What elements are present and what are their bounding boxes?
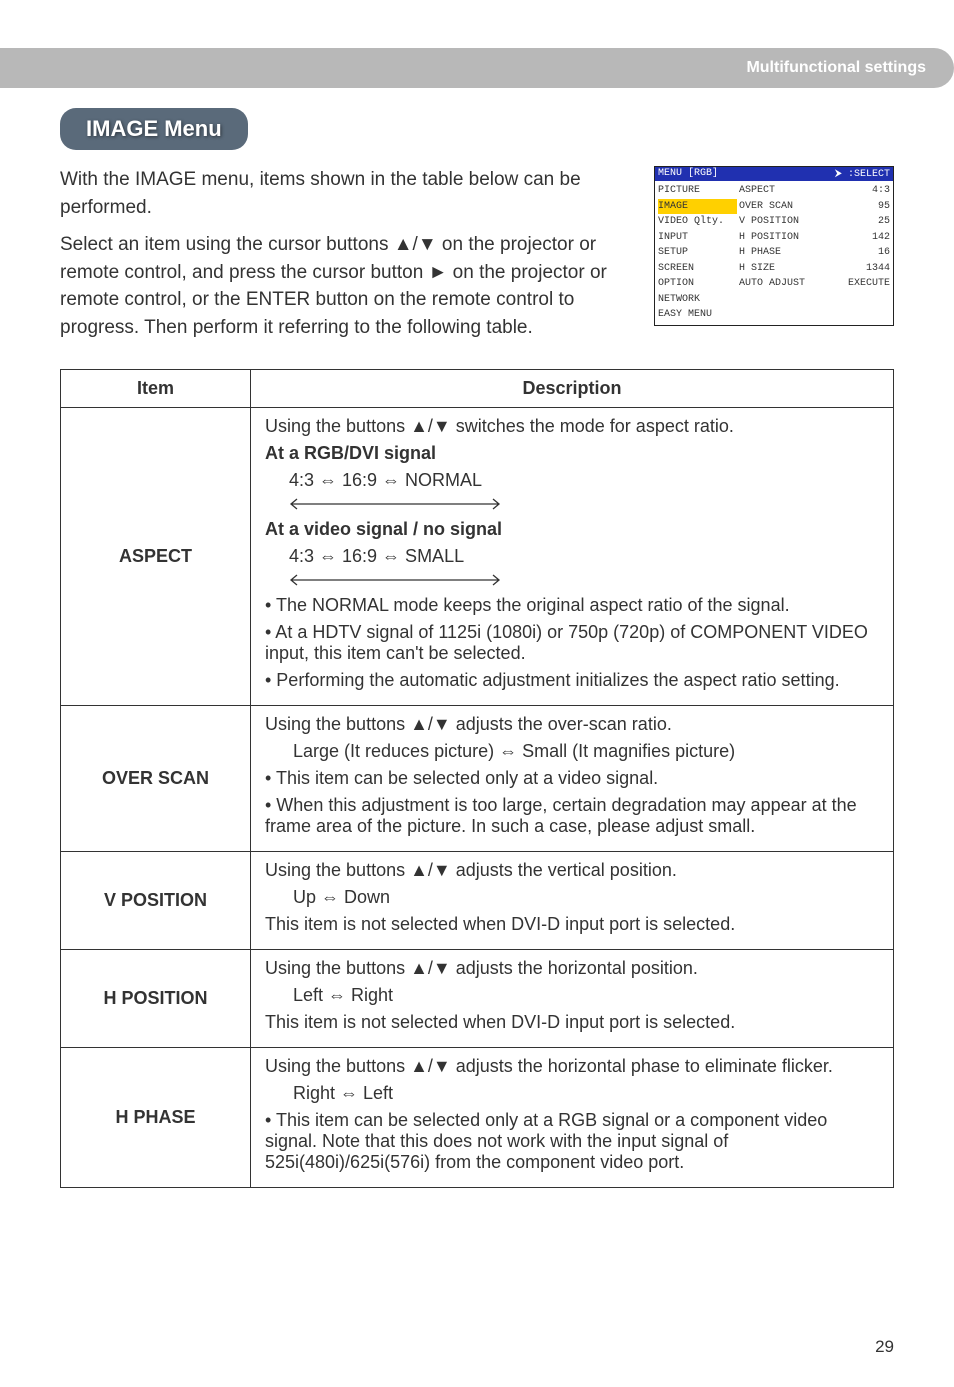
aspect-line1: Using the buttons ▲/▼ switches the mode … (265, 416, 879, 437)
row-label-hphase: H PHASE (61, 1048, 251, 1188)
osd-v: 4:3 (872, 183, 890, 199)
loop-arrow-icon (289, 497, 879, 511)
aspect-b3: • Performing the automatic adjustment in… (265, 670, 879, 691)
osd-left-item: SETUP (658, 245, 737, 261)
osd-title-left: MENU [RGB] (658, 168, 718, 180)
row-desc-vposition: Using the buttons ▲/▼ adjusts the vertic… (251, 852, 894, 950)
osd-v: 142 (872, 230, 890, 246)
osd-right-column: ASPECT 4:3 OVER SCAN 95 V POSITION 25 H POS… (737, 181, 893, 325)
osd-left-item: OPTION (658, 276, 737, 292)
vpos-line3: This item is not selected when DVI-D inp… (265, 914, 879, 935)
osd-v: EXECUTE (848, 276, 890, 292)
vpos-line2: Up ⇔ Down (293, 887, 879, 908)
overscan-b1: • This item can be selected only at a vi… (265, 768, 879, 789)
header-band-text: Multifunctional settings (746, 59, 926, 77)
row-label-hposition: H POSITION (61, 950, 251, 1048)
aspect-b2: • At a HDTV signal of 1125i (1080i) or 7… (265, 622, 879, 664)
osd-screenshot: MENU [RGB] ⮞ :SELECT PICTURE IMAGE VIDEO… (654, 166, 894, 326)
header-band: Multifunctional settings (0, 48, 954, 88)
intro-text: With the IMAGE menu, items shown in the … (60, 166, 634, 351)
overscan-line1: Using the buttons ▲/▼ adjusts the over-s… (265, 714, 879, 735)
osd-r: H SIZE (739, 261, 775, 277)
section-title: IMAGE Menu (60, 108, 248, 150)
osd-r: ASPECT (739, 183, 775, 199)
loop-arrow-icon (289, 573, 879, 587)
osd-v: 16 (878, 245, 890, 261)
vpos-line1: Using the buttons ▲/▼ adjusts the vertic… (265, 860, 879, 881)
overscan-line2: Large (It reduces picture) ⇔ Small (It m… (293, 741, 879, 762)
osd-left-item: PICTURE (658, 183, 737, 199)
row-label-aspect: ASPECT (61, 408, 251, 706)
hphase-b1: • This item can be selected only at a RG… (265, 1110, 879, 1173)
osd-v: 25 (878, 214, 890, 230)
hpos-line2: Left ⇔ Right (293, 985, 879, 1006)
osd-left-column: PICTURE IMAGE VIDEO Qlty. INPUT SETUP SC… (655, 181, 737, 325)
aspect-sig2-opts: 4:3 ⇔ 16:9 ⇔ SMALL (289, 546, 879, 567)
intro-para-2: Select an item using the cursor buttons … (60, 231, 634, 341)
osd-r: V POSITION (739, 214, 799, 230)
overscan-b2: • When this adjustment is too large, cer… (265, 795, 879, 837)
aspect-sig1-opts: 4:3 ⇔ 16:9 ⇔ NORMAL (289, 470, 879, 491)
osd-left-item: NETWORK (658, 292, 737, 308)
osd-v: 1344 (866, 261, 890, 277)
osd-r: OVER SCAN (739, 199, 793, 215)
osd-r: H POSITION (739, 230, 799, 246)
intro-para-1: With the IMAGE menu, items shown in the … (60, 166, 634, 221)
osd-r: AUTO ADJUST (739, 276, 805, 292)
th-desc: Description (251, 370, 894, 408)
osd-left-item: EASY MENU (658, 307, 737, 323)
row-label-overscan: OVER SCAN (61, 706, 251, 852)
hpos-line3: This item is not selected when DVI-D inp… (265, 1012, 879, 1033)
osd-left-item: SCREEN (658, 261, 737, 277)
row-desc-overscan: Using the buttons ▲/▼ adjusts the over-s… (251, 706, 894, 852)
settings-table: Item Description ASPECT Using the button… (60, 369, 894, 1188)
row-label-vposition: V POSITION (61, 852, 251, 950)
osd-left-item: INPUT (658, 230, 737, 246)
page-number: 29 (875, 1337, 894, 1357)
osd-title-right: ⮞ :SELECT (835, 168, 890, 180)
osd-left-item: VIDEO Qlty. (658, 214, 737, 230)
aspect-b1: • The NORMAL mode keeps the original asp… (265, 595, 879, 616)
aspect-sig1-title: At a RGB/DVI signal (265, 443, 879, 464)
hphase-line2: Right ⇔ Left (293, 1083, 879, 1104)
row-desc-aspect: Using the buttons ▲/▼ switches the mode … (251, 408, 894, 706)
osd-r: H PHASE (739, 245, 781, 261)
osd-left-item-highlight: IMAGE (658, 199, 737, 215)
hpos-line1: Using the buttons ▲/▼ adjusts the horizo… (265, 958, 879, 979)
row-desc-hphase: Using the buttons ▲/▼ adjusts the horizo… (251, 1048, 894, 1188)
hphase-line1: Using the buttons ▲/▼ adjusts the horizo… (265, 1056, 879, 1077)
th-item: Item (61, 370, 251, 408)
row-desc-hposition: Using the buttons ▲/▼ adjusts the horizo… (251, 950, 894, 1048)
aspect-sig2-title: At a video signal / no signal (265, 519, 879, 540)
osd-v: 95 (878, 199, 890, 215)
